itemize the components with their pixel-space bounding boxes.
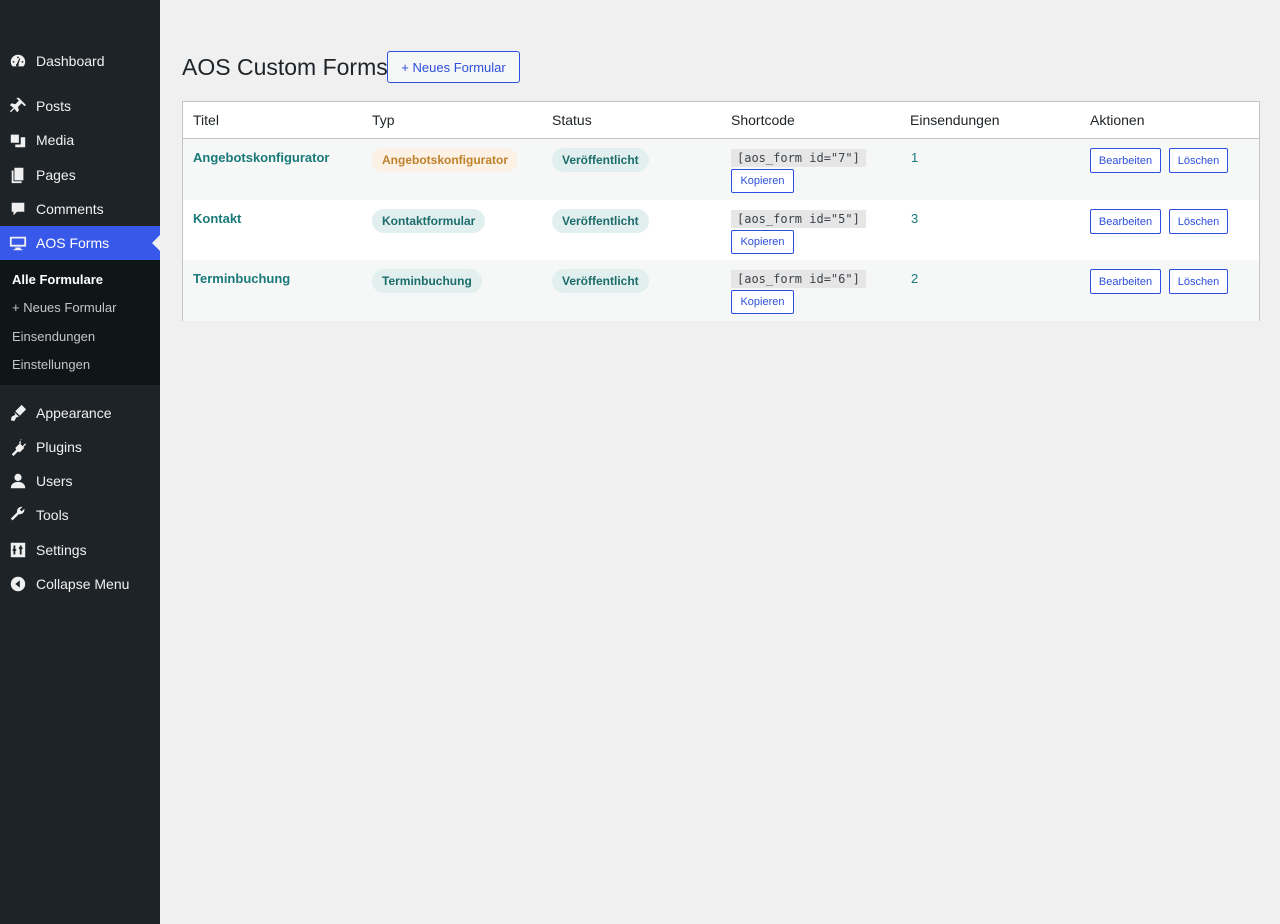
add-new-form-button[interactable]: + Neues Formular bbox=[387, 51, 520, 83]
form-title-link[interactable]: Terminbuchung bbox=[193, 271, 290, 286]
column-header-titel: Titel bbox=[193, 112, 219, 128]
submenu-item-neues-formular[interactable]: + Neues Formular bbox=[12, 298, 116, 318]
menu-label: Collapse Menu bbox=[36, 576, 130, 592]
delete-button[interactable]: Löschen bbox=[1169, 269, 1228, 294]
menu-label: Settings bbox=[36, 542, 87, 558]
submissions-count-link[interactable]: 1 bbox=[911, 150, 918, 165]
menu-item-users[interactable]: Users bbox=[0, 464, 160, 498]
menu-label: Media bbox=[36, 132, 75, 148]
menu-item-comments[interactable]: Comments bbox=[0, 192, 160, 226]
status-badge: Veröffentlicht bbox=[552, 269, 649, 293]
column-header-einsendungen: Einsendungen bbox=[910, 112, 1000, 128]
menu-item-aos-forms[interactable]: AOS Forms bbox=[0, 226, 160, 260]
menu-label: Comments bbox=[36, 201, 104, 217]
brush-icon bbox=[8, 403, 28, 423]
shortcode-text: [aos_form id="6"] bbox=[731, 270, 866, 288]
type-badge: Terminbuchung bbox=[372, 269, 482, 293]
user-icon bbox=[8, 471, 28, 491]
submenu-item-einstellungen[interactable]: Einstellungen bbox=[12, 355, 90, 375]
comment-icon bbox=[8, 199, 28, 219]
sliders-icon bbox=[8, 540, 28, 560]
delete-button[interactable]: Löschen bbox=[1169, 209, 1228, 234]
form-title-link[interactable]: Kontakt bbox=[193, 211, 241, 226]
copy-shortcode-button[interactable]: Kopieren bbox=[731, 230, 794, 254]
menu-item-posts[interactable]: Posts bbox=[0, 89, 160, 123]
shortcode-text: [aos_form id="7"] bbox=[731, 149, 866, 167]
menu-label: Pages bbox=[36, 167, 76, 183]
column-header-aktionen: Aktionen bbox=[1090, 112, 1145, 128]
menu-label: Users bbox=[36, 473, 73, 489]
edit-button[interactable]: Bearbeiten bbox=[1090, 148, 1161, 173]
media-icon bbox=[8, 130, 28, 150]
menu-label: Dashboard bbox=[36, 53, 105, 69]
shortcode-text: [aos_form id="5"] bbox=[731, 210, 866, 228]
menu-item-pages[interactable]: Pages bbox=[0, 158, 160, 192]
delete-button[interactable]: Löschen bbox=[1169, 148, 1228, 173]
aos-forms-submenu: Alle Formulare + Neues Formular Einsendu… bbox=[0, 260, 160, 385]
menu-label: Appearance bbox=[36, 405, 112, 421]
copy-shortcode-button[interactable]: Kopieren bbox=[731, 169, 794, 193]
submissions-count-link[interactable]: 3 bbox=[911, 211, 918, 226]
status-badge: Veröffentlicht bbox=[552, 148, 649, 172]
menu-item-dashboard[interactable]: Dashboard bbox=[0, 44, 160, 78]
status-badge: Veröffentlicht bbox=[552, 209, 649, 233]
menu-item-media[interactable]: Media bbox=[0, 123, 160, 157]
page-title: AOS Custom Forms bbox=[182, 54, 388, 80]
menu-item-collapse[interactable]: Collapse Menu bbox=[0, 567, 160, 601]
menu-label: Posts bbox=[36, 98, 72, 114]
type-badge: Kontaktformular bbox=[372, 209, 486, 233]
admin-sidebar: Dashboard Posts Media Pages Comments AOS… bbox=[0, 0, 160, 924]
submissions-count-link[interactable]: 2 bbox=[911, 271, 918, 286]
menu-item-appearance[interactable]: Appearance bbox=[0, 396, 160, 430]
edit-button[interactable]: Bearbeiten bbox=[1090, 209, 1161, 234]
menu-label: AOS Forms bbox=[36, 235, 110, 251]
table-row: Kontakt Kontaktformular Veröffentlicht [… bbox=[183, 200, 1259, 261]
pin-icon bbox=[8, 96, 28, 116]
type-badge: Angebotskonfigurator bbox=[372, 148, 518, 172]
monitor-icon bbox=[8, 233, 28, 253]
collapse-icon bbox=[8, 574, 28, 594]
form-title-link[interactable]: Angebotskonfigurator bbox=[193, 150, 330, 165]
table-header: Titel Typ Status Shortcode Einsendungen … bbox=[183, 102, 1259, 139]
submenu-item-einsendungen[interactable]: Einsendungen bbox=[12, 327, 95, 347]
column-header-typ: Typ bbox=[372, 112, 395, 128]
column-header-shortcode: Shortcode bbox=[731, 112, 795, 128]
table-row: Terminbuchung Terminbuchung Veröffentlic… bbox=[183, 260, 1259, 321]
menu-item-settings[interactable]: Settings bbox=[0, 533, 160, 567]
menu-item-plugins[interactable]: Plugins bbox=[0, 430, 160, 464]
table-row: Angebotskonfigurator Angebotskonfigurato… bbox=[183, 139, 1259, 200]
dashboard-icon bbox=[8, 51, 28, 71]
copy-shortcode-button[interactable]: Kopieren bbox=[731, 290, 794, 314]
column-header-status: Status bbox=[552, 112, 592, 128]
menu-item-tools[interactable]: Tools bbox=[0, 498, 160, 532]
submenu-item-alle-formulare[interactable]: Alle Formulare bbox=[12, 270, 103, 290]
menu-label: Plugins bbox=[36, 439, 82, 455]
plug-icon bbox=[8, 437, 28, 457]
forms-table: Titel Typ Status Shortcode Einsendungen … bbox=[182, 101, 1260, 321]
edit-button[interactable]: Bearbeiten bbox=[1090, 269, 1161, 294]
menu-label: Tools bbox=[36, 507, 69, 523]
pages-icon bbox=[8, 165, 28, 185]
wrench-icon bbox=[8, 505, 28, 525]
